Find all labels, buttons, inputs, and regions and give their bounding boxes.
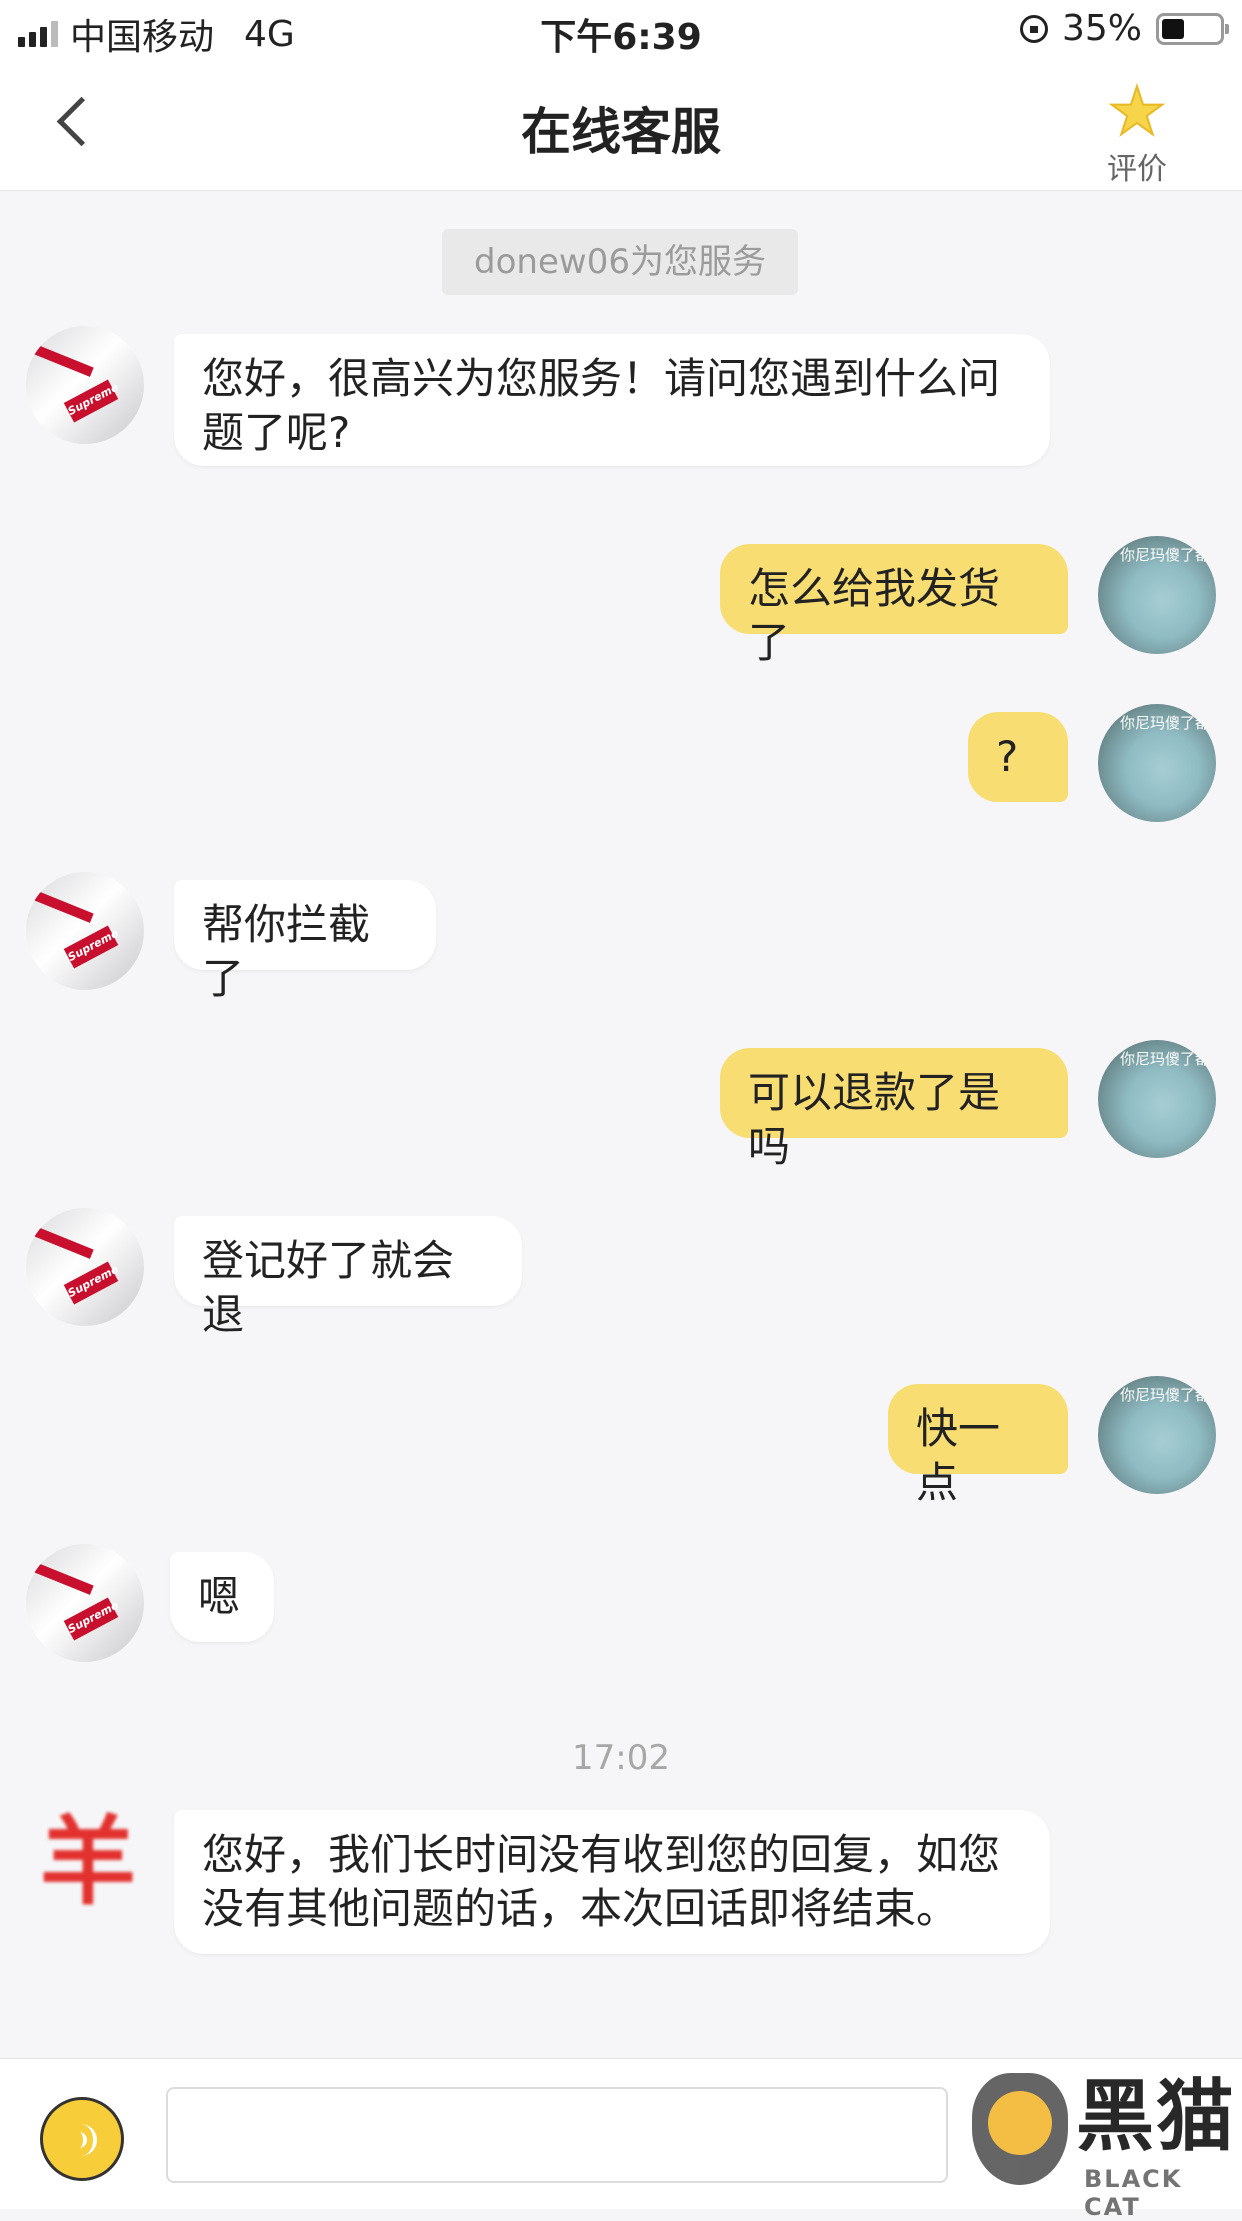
message-bubble: 快一点 bbox=[888, 1384, 1068, 1507]
star-icon: ★ bbox=[1106, 73, 1167, 150]
watermark-en: BLACK CAT bbox=[1084, 2165, 1183, 2221]
bot-avatar: 羊 bbox=[40, 1812, 140, 1912]
user-avatar[interactable]: 你尼玛傻了都 bbox=[1098, 536, 1216, 654]
watermark-cn: 黑猫 bbox=[1076, 2072, 1237, 2162]
user-avatar[interactable]: 你尼玛傻了都 bbox=[1098, 1040, 1216, 1158]
voice-button[interactable] bbox=[40, 2097, 124, 2181]
message-bubble: ? bbox=[968, 712, 1068, 802]
user-avatar[interactable]: 你尼玛傻了都 bbox=[1098, 1376, 1216, 1494]
service-agent-notice: donew06为您服务 bbox=[442, 229, 798, 295]
message-bubble: 怎么给我发货了 bbox=[720, 544, 1068, 667]
agent-avatar[interactable]: Supreme bbox=[26, 872, 144, 990]
agent-avatar[interactable]: Supreme bbox=[26, 1544, 144, 1662]
message-bubble: 您好，我们长时间没有收到您的回复，如您没有其他问题的话，本次回话即将结束。 bbox=[174, 1810, 1050, 1954]
message-input[interactable] bbox=[166, 2087, 948, 2183]
rotation-lock-icon bbox=[1019, 14, 1048, 43]
battery-icon bbox=[1156, 12, 1229, 45]
rate-button[interactable]: ★ 评价 bbox=[1082, 73, 1192, 188]
timestamp: 17:02 bbox=[572, 1738, 670, 1778]
input-bar: 黑猫 BLACK CAT bbox=[0, 2058, 1242, 2221]
page-title: 在线客服 bbox=[521, 103, 721, 161]
bot-avatar-glyph: 羊 bbox=[40, 1806, 136, 1918]
agent-avatar[interactable]: Supreme bbox=[26, 326, 144, 444]
rate-label: 评价 bbox=[1107, 152, 1167, 187]
user-avatar[interactable]: 你尼玛傻了都 bbox=[1098, 704, 1216, 822]
status-bar: 中国移动 4G 下午6:39 35% bbox=[0, 0, 1242, 62]
user-avatar-caption: 你尼玛傻了都 bbox=[1119, 1386, 1210, 1404]
message-bubble: 嗯 bbox=[170, 1552, 274, 1642]
nav-bar: 在线客服 ★ 评价 bbox=[0, 62, 1242, 191]
user-avatar-caption: 你尼玛傻了都 bbox=[1119, 546, 1210, 564]
watermark: 黑猫 BLACK CAT bbox=[972, 2069, 1242, 2221]
message-bubble: 您好，很高兴为您服务！请问您遇到什么问题了呢? bbox=[174, 334, 1050, 466]
message-bubble: 帮你拦截了 bbox=[174, 880, 436, 1003]
message-bubble: 登记好了就会退 bbox=[174, 1216, 522, 1339]
message-bubble: 可以退款了是吗 bbox=[720, 1048, 1068, 1171]
battery-percent: 35% bbox=[1061, 8, 1142, 49]
user-avatar-caption: 你尼玛傻了都 bbox=[1119, 714, 1210, 732]
cat-shield-icon bbox=[972, 2073, 1068, 2185]
user-avatar-caption: 你尼玛傻了都 bbox=[1119, 1050, 1210, 1068]
agent-avatar[interactable]: Supreme bbox=[26, 1208, 144, 1326]
